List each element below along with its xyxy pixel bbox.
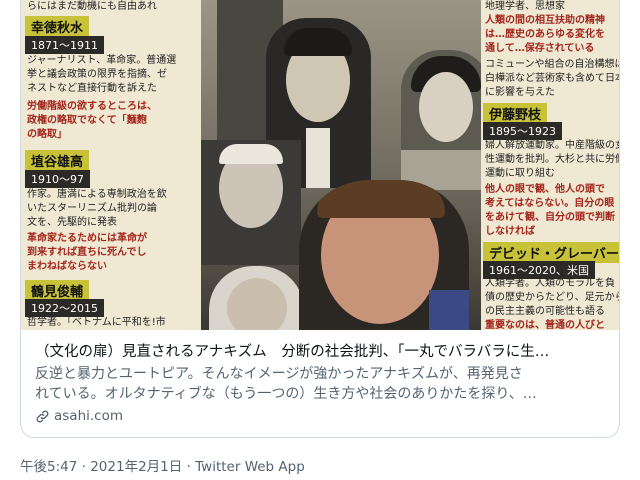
- haniya-dates: 1910〜97: [25, 170, 90, 188]
- link-card-domain-text: asahi.com: [54, 408, 124, 424]
- ito-line: 婦人解放運動家。中産階級の女: [485, 140, 619, 151]
- kotoku-line: 挙と議会政策の限界を指摘、ゼ: [27, 69, 167, 80]
- ito-line: 性運動を批判。大杉と共に労働: [485, 154, 619, 165]
- haniya-quote: まわねばならない: [27, 261, 107, 272]
- right-top-line: 地理学者、思想家: [485, 1, 565, 12]
- kotoku-quote: の略取」: [27, 129, 67, 140]
- kotoku-quote: 政権の略取でなくて「麵麭: [27, 115, 147, 126]
- meta-separator: ·: [81, 459, 86, 475]
- haniya-quote: 革命家たるためには革命が: [27, 233, 147, 244]
- graeber-line: の民主主義の可能性も語る: [485, 306, 605, 317]
- ito-line: 運動に取り組む: [485, 168, 555, 179]
- tweet-date: 2021年2月1日: [90, 459, 183, 475]
- graeber-name: デビッド・グレーバー: [483, 242, 619, 263]
- graeber-quote: 重要なのは、普通の人びと: [485, 320, 605, 330]
- meta-separator: ·: [186, 459, 191, 475]
- ito-quote: しなければ: [485, 226, 535, 237]
- haniya-line: 作家。唐満による専制政治を飲: [27, 189, 167, 200]
- tsurumi-dates: 1922〜2015: [25, 299, 104, 317]
- graeber-photo: [299, 180, 469, 330]
- right-top-line: コミューンや組合の自治構想は、: [485, 59, 619, 70]
- graeber-line: 人類学者。人類のモラルを負: [485, 278, 615, 289]
- ito-quote: をあけて観、自分の頭で判断: [485, 212, 615, 223]
- link-card-desc-line: れている。オルタナティブな（もう一つの）生き方や社会のありかたを探り、…: [35, 386, 537, 402]
- ito-dates: 1895〜1923: [483, 122, 562, 140]
- ito-quote: 他人の眼で観、他人の頭で: [485, 184, 605, 195]
- link-card-title[interactable]: （文化の扉）見直されるアナキズム 分断の社会批判、「一丸でバラバラに生…: [35, 342, 605, 362]
- kotoku-line: ネストなど直接行動を訴えた: [27, 83, 157, 94]
- right-top-line: 通して…保存されている: [485, 43, 595, 54]
- article-image: らにはまだ動機にも自由あれ 幸徳秋水 1871〜1911 ジャーナリスト、革命家…: [21, 0, 619, 330]
- haniya-line: いたスターリニズム批判の論: [27, 203, 157, 214]
- kotoku-quote: 労働階級の欲するところは、: [27, 101, 157, 112]
- link-card-desc-line: 反逆と暴力とユートピア。そんなイメージが強かったアナキズムが、再発見さ: [35, 366, 523, 382]
- kotoku-line: ジャーナリスト、革命家。普通選: [27, 55, 177, 66]
- tsurumi-name: 鶴見俊輔: [25, 280, 90, 301]
- link-card-domain[interactable]: asahi.com: [35, 406, 605, 426]
- ito-quote: 考えてはならない。自分の眼: [485, 198, 615, 209]
- graeber-line: 債の歴史からたどり、足元から: [485, 292, 619, 303]
- haniya-quote: 到来すれば直ちに死んでし: [27, 247, 147, 258]
- tweet-metadata: 午後5:47 · 2021年2月1日 · Twitter Web App: [20, 455, 305, 475]
- kotoku-dates: 1871〜1911: [25, 36, 104, 54]
- tweet-time: 午後5:47: [20, 459, 78, 475]
- haniya-photo: [201, 140, 301, 265]
- collage-left-top-text: らにはまだ動機にも自由あれ: [27, 1, 157, 12]
- link-preview-card[interactable]: らにはまだ動機にも自由あれ 幸徳秋水 1871〜1911 ジャーナリスト、革命家…: [20, 0, 620, 438]
- ito-name: 伊藤野枝: [483, 103, 548, 124]
- right-top-line: 白樺派など芸術家も含めて日本: [485, 73, 619, 84]
- collage-left-column: らにはまだ動機にも自由あれ 幸徳秋水 1871〜1911 ジャーナリスト、革命家…: [21, 0, 201, 330]
- haniya-line: 文を、先駆的に発表: [27, 217, 117, 228]
- kotoku-name: 幸徳秋水: [25, 16, 90, 37]
- link-card-description: 反逆と暴力とユートピア。そんなイメージが強かったアナキズムが、再発見さ れている…: [35, 364, 605, 404]
- haniya-name: 埴谷雄高: [25, 150, 90, 171]
- link-icon: [36, 410, 49, 422]
- right-top-line: に影響を与えた: [485, 87, 555, 98]
- tweet-source-link[interactable]: Twitter Web App: [195, 459, 305, 475]
- link-card-caption[interactable]: （文化の扉）見直されるアナキズム 分断の社会批判、「一丸でバラバラに生… 反逆と…: [21, 330, 619, 436]
- tsurumi-line: 哲学者。「ベトナムに平和を!市: [27, 317, 166, 328]
- collage-right-column: 地理学者、思想家 人類の間の相互扶助の精神 は…歴史のあらゆる変化を 通して…保…: [481, 0, 619, 330]
- right-top-line: は…歴史のあらゆる変化を: [485, 29, 605, 40]
- ito-photo: [401, 50, 491, 190]
- right-top-line: 人類の間の相互扶助の精神: [485, 15, 605, 26]
- tweet-time-link[interactable]: 午後5:47 · 2021年2月1日: [20, 459, 182, 475]
